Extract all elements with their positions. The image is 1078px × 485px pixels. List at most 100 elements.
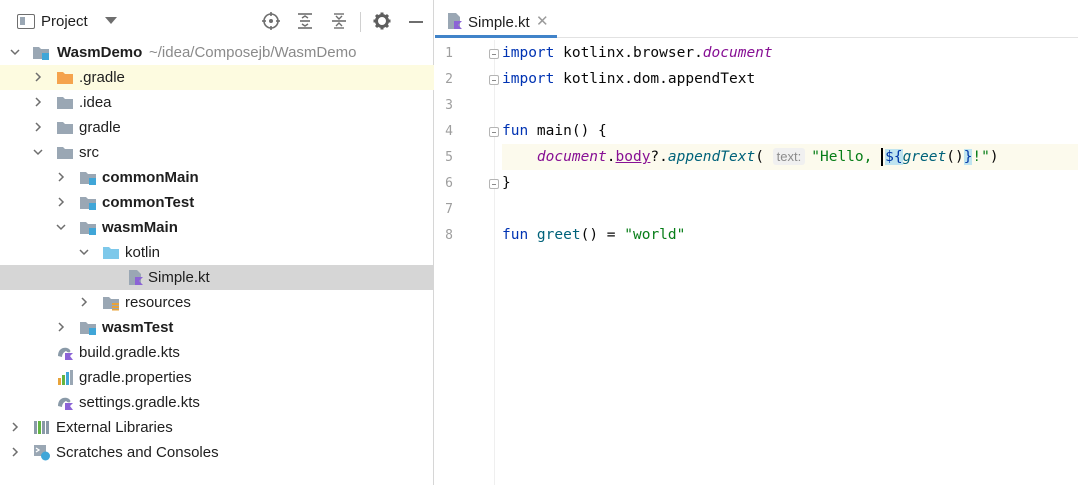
tab-label: Simple.kt <box>468 14 530 31</box>
tree-item-simple-kt[interactable]: Simple.kt <box>0 265 434 290</box>
tree-item-dot-idea[interactable]: .idea <box>0 90 434 115</box>
chevron-right-icon[interactable] <box>32 121 44 133</box>
collapse-all-icon[interactable] <box>329 11 349 31</box>
folder-icon <box>56 119 74 136</box>
tree-item-label: resources <box>125 294 191 311</box>
tree-item-kotlin[interactable]: kotlin <box>0 240 434 265</box>
gear-icon[interactable] <box>372 11 392 31</box>
code-identifier: document <box>536 149 607 165</box>
chevron-right-icon[interactable] <box>55 321 67 333</box>
resources-folder-icon <box>102 294 120 311</box>
code-line-4[interactable]: fun main() { <box>502 118 1078 144</box>
line-number: 8 <box>445 228 453 243</box>
chevron-down-icon[interactable] <box>9 46 21 58</box>
code-line-1[interactable]: import kotlinx.browser.document <box>502 40 1078 66</box>
chevron-right-icon[interactable] <box>55 196 67 208</box>
tree-item-label: commonTest <box>102 194 195 211</box>
tree-item-label: build.gradle.kts <box>79 344 180 361</box>
code-line-8[interactable]: fun greet() = "world" <box>502 222 1078 248</box>
chevron-down-icon[interactable] <box>32 146 44 158</box>
chevron-right-icon[interactable] <box>55 171 67 183</box>
tree-item-build-gradle-kts[interactable]: build.gradle.kts <box>0 340 434 365</box>
tree-item-label: Simple.kt <box>148 269 210 286</box>
tree-item-label: External Libraries <box>56 419 173 436</box>
chevron-right-icon[interactable] <box>9 446 21 458</box>
module-folder-icon <box>32 44 50 61</box>
line-number: 5 <box>445 150 453 165</box>
tree-item-dot-gradle[interactable]: .gradle <box>0 65 434 90</box>
module-folder-icon <box>79 219 97 236</box>
code-function: appendText <box>667 149 756 165</box>
tree-item-wasmmain[interactable]: wasmMain <box>0 215 434 240</box>
code-text: main() { <box>528 123 607 139</box>
keyword: import <box>502 45 555 61</box>
code-line-6[interactable]: } <box>502 170 1078 196</box>
folder-icon <box>56 144 74 161</box>
tree-item-wasmdemo[interactable]: WasmDemo ~/idea/Composejb/WasmDemo <box>0 40 434 65</box>
tree-item-gradle-properties[interactable]: gradle.properties <box>0 365 434 390</box>
chevron-right-icon[interactable] <box>32 71 44 83</box>
module-folder-icon <box>79 169 97 186</box>
kotlin-file-icon <box>127 269 145 286</box>
folder-icon <box>56 94 74 111</box>
chevron-right-icon[interactable] <box>32 96 44 108</box>
code-text: () = <box>580 227 625 243</box>
code-string: "Hello, <box>811 149 882 165</box>
module-folder-icon <box>79 194 97 211</box>
fold-marker-icon[interactable] <box>489 179 499 189</box>
tree-item-label: Scratches and Consoles <box>56 444 219 461</box>
code-text: ( <box>755 149 764 165</box>
fold-marker-icon[interactable] <box>489 127 499 137</box>
tree-item-external-libraries[interactable]: External Libraries <box>0 415 434 440</box>
tab-simple-kt[interactable]: Simple.kt ✕ <box>435 0 557 38</box>
keyword: import <box>502 71 555 87</box>
code-function: greet <box>902 149 947 165</box>
panel-title[interactable]: Project <box>41 13 88 30</box>
orange-folder-icon <box>56 69 74 86</box>
chevron-right-icon[interactable] <box>78 296 90 308</box>
code-string: !" <box>972 149 990 165</box>
line-number-gutter: 1 2 3 4 5 6 7 8 <box>435 40 499 485</box>
tree-item-commonmain[interactable]: commonMain <box>0 165 434 190</box>
tree-item-commontest[interactable]: commonTest <box>0 190 434 215</box>
tree-item-settings-gradle-kts[interactable]: settings.gradle.kts <box>0 390 434 415</box>
chevron-down-icon[interactable] <box>105 17 117 24</box>
tree-item-src[interactable]: src <box>0 140 434 165</box>
code-editor[interactable]: import kotlinx.browser.document import k… <box>502 40 1078 485</box>
project-panel-header: Project <box>0 0 434 40</box>
code-line-2[interactable]: import kotlinx.dom.appendText <box>502 66 1078 92</box>
close-icon[interactable]: ✕ <box>536 12 549 30</box>
tree-item-label: wasmTest <box>102 319 174 336</box>
chevron-down-icon[interactable] <box>55 221 67 233</box>
line-number: 6 <box>445 176 453 191</box>
project-tool-window: Project WasmDemo ~/idea/Composejb/WasmDe… <box>0 0 434 485</box>
code-property: body <box>615 149 651 165</box>
module-folder-icon <box>79 319 97 336</box>
expand-all-icon[interactable] <box>295 11 315 31</box>
scratches-icon <box>33 444 51 461</box>
tree-item-gradle[interactable]: gradle <box>0 115 434 140</box>
properties-icon <box>56 369 74 386</box>
tree-item-scratches[interactable]: Scratches and Consoles <box>0 440 434 465</box>
code-text: . <box>606 149 616 165</box>
fold-marker-icon[interactable] <box>489 75 499 85</box>
chevron-right-icon[interactable] <box>9 421 21 433</box>
minimize-icon[interactable] <box>406 11 426 31</box>
tree-item-label: .idea <box>79 94 112 111</box>
tree-item-label: settings.gradle.kts <box>79 394 200 411</box>
fold-marker-icon[interactable] <box>489 49 499 59</box>
libraries-icon <box>33 419 51 436</box>
project-view-icon[interactable] <box>17 14 35 29</box>
code-line-3[interactable] <box>502 92 1078 118</box>
code-text: } <box>502 175 511 191</box>
tree-item-label: wasmMain <box>102 219 178 236</box>
tree-item-wasmtest[interactable]: wasmTest <box>0 315 434 340</box>
code-line-7[interactable] <box>502 196 1078 222</box>
line-number: 4 <box>445 124 453 139</box>
tree-item-resources[interactable]: resources <box>0 290 434 315</box>
chevron-down-icon[interactable] <box>78 246 90 258</box>
locate-icon[interactable] <box>261 11 281 31</box>
project-path: ~/idea/Composejb/WasmDemo <box>149 44 357 61</box>
parameter-hint: text: <box>772 148 806 165</box>
code-line-5[interactable]: document.body?.appendText( text: "Hello, … <box>502 144 1078 170</box>
